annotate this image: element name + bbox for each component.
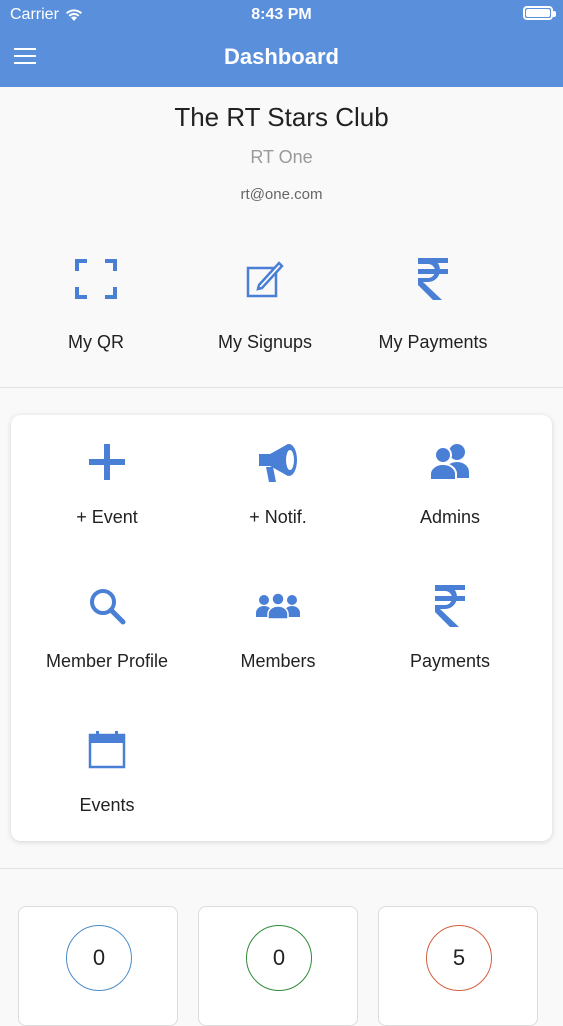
status-time: 8:43 PM <box>251 6 312 23</box>
my-signups-button[interactable]: My Signups <box>175 254 355 353</box>
add-event-button[interactable]: + Event <box>17 437 197 528</box>
add-event-label: + Event <box>76 507 138 527</box>
calendar-icon <box>88 731 126 769</box>
club-name: The RT Stars Club <box>174 102 389 132</box>
events-label: Events <box>79 795 135 815</box>
megaphone-icon <box>259 444 297 482</box>
quick-actions: My QR My Signups My Payments <box>0 254 563 364</box>
admins-button[interactable]: Admins <box>360 437 540 528</box>
user-email: rt@one.com <box>240 186 323 203</box>
members-label: Members <box>240 651 316 671</box>
stat-circle: 0 <box>66 925 132 991</box>
battery-icon <box>523 6 556 20</box>
user-name: RT One <box>250 147 313 167</box>
page-title: Dashboard <box>224 44 339 69</box>
edit-icon <box>246 261 284 298</box>
my-qr-label: My QR <box>68 332 124 352</box>
stat-card[interactable]: 5 <box>378 906 538 1026</box>
member-profile-button[interactable]: Member Profile <box>17 581 197 672</box>
stat-card[interactable]: 0 <box>198 906 358 1026</box>
group-icon <box>256 592 300 620</box>
qr-scan-icon <box>75 259 117 299</box>
stat-card[interactable]: 0 <box>18 906 178 1026</box>
my-payments-label: My Payments <box>378 332 488 352</box>
app-header: Carrier 8:43 PM Dashboard <box>0 0 563 87</box>
my-payments-button[interactable]: My Payments <box>343 254 523 353</box>
add-notification-button[interactable]: + Notif. <box>188 437 368 528</box>
admin-actions-card: + Event + Notif. Admins Member Profile M… <box>11 415 552 841</box>
plus-icon <box>89 444 125 480</box>
divider <box>0 868 563 869</box>
my-signups-label: My Signups <box>217 332 313 352</box>
members-button[interactable]: Members <box>188 581 368 672</box>
rupee-icon <box>435 585 465 627</box>
admins-label: Admins <box>419 507 481 527</box>
profile-section: The RT Stars Club RT One rt@one.com <box>0 102 563 203</box>
status-bar: Carrier 8:43 PM <box>0 0 563 30</box>
rupee-icon <box>418 258 448 300</box>
payments-button[interactable]: Payments <box>360 581 540 672</box>
add-notification-label: + Notif. <box>249 507 307 527</box>
member-profile-label: Member Profile <box>45 651 169 671</box>
divider <box>0 387 563 388</box>
events-button[interactable]: Events <box>17 725 197 816</box>
users-icon <box>429 444 469 481</box>
search-icon <box>90 589 126 625</box>
stat-circle: 0 <box>246 925 312 991</box>
stat-value: 0 <box>272 945 286 970</box>
stat-value: 5 <box>452 945 466 970</box>
stat-circle: 5 <box>426 925 492 991</box>
my-qr-button[interactable]: My QR <box>6 254 186 353</box>
payments-label: Payments <box>409 651 491 671</box>
stat-value: 0 <box>92 945 106 970</box>
